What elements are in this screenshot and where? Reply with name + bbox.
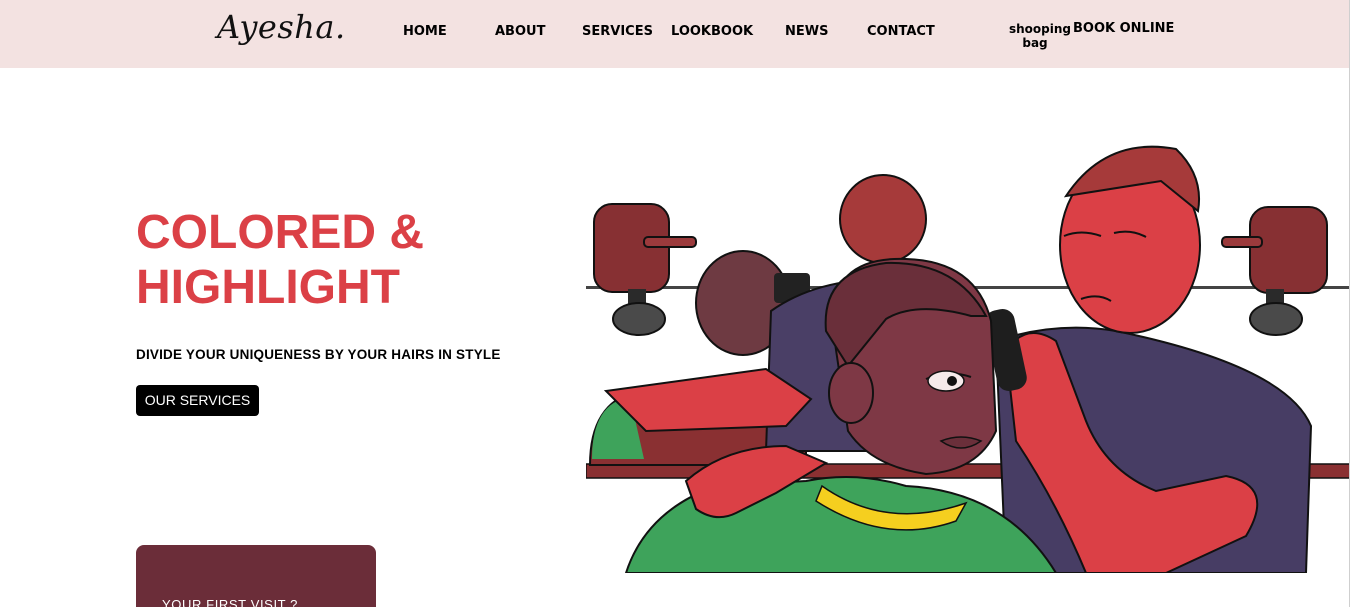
- shopping-bag-label-line2: bag: [1022, 36, 1048, 50]
- left-barber-chair: [593, 203, 697, 336]
- nav-about[interactable]: ABOUT: [495, 24, 545, 39]
- hero-title-line-2: HIGHLIGHT: [136, 261, 400, 314]
- shopping-bag-link[interactable]: shooping bag: [1009, 22, 1072, 50]
- brand-logo[interactable]: Ayesha.: [217, 8, 346, 46]
- nav-services[interactable]: SERVICES: [582, 24, 653, 39]
- barber-illustration: [586, 145, 1350, 573]
- book-online-button[interactable]: BOOK ONLINE: [1073, 21, 1174, 36]
- hero-subtitle: DIVIDE YOUR UNIQUENESS BY YOUR HAIRS IN …: [136, 347, 501, 362]
- first-visit-title: YOUR FIRST VISIT ?: [162, 597, 299, 607]
- hero-title-line-1: COLORED &: [136, 206, 424, 259]
- hero-title: COLORED & HIGHLIGHT: [136, 205, 424, 315]
- nav-news[interactable]: NEWS: [785, 24, 828, 39]
- nav-lookbook[interactable]: LOOKBOOK: [671, 24, 753, 39]
- site-header: Ayesha. HOME ABOUT SERVICES LOOKBOOK NEW…: [0, 0, 1350, 68]
- nav-contact[interactable]: CONTACT: [867, 24, 935, 39]
- first-visit-card[interactable]: YOUR FIRST VISIT ?: [136, 545, 376, 607]
- nav-home[interactable]: HOME: [403, 24, 447, 39]
- our-services-button[interactable]: OUR SERVICES: [136, 385, 259, 416]
- shopping-bag-label-line1: shooping: [1009, 22, 1072, 36]
- right-barber-chair: [1221, 206, 1328, 336]
